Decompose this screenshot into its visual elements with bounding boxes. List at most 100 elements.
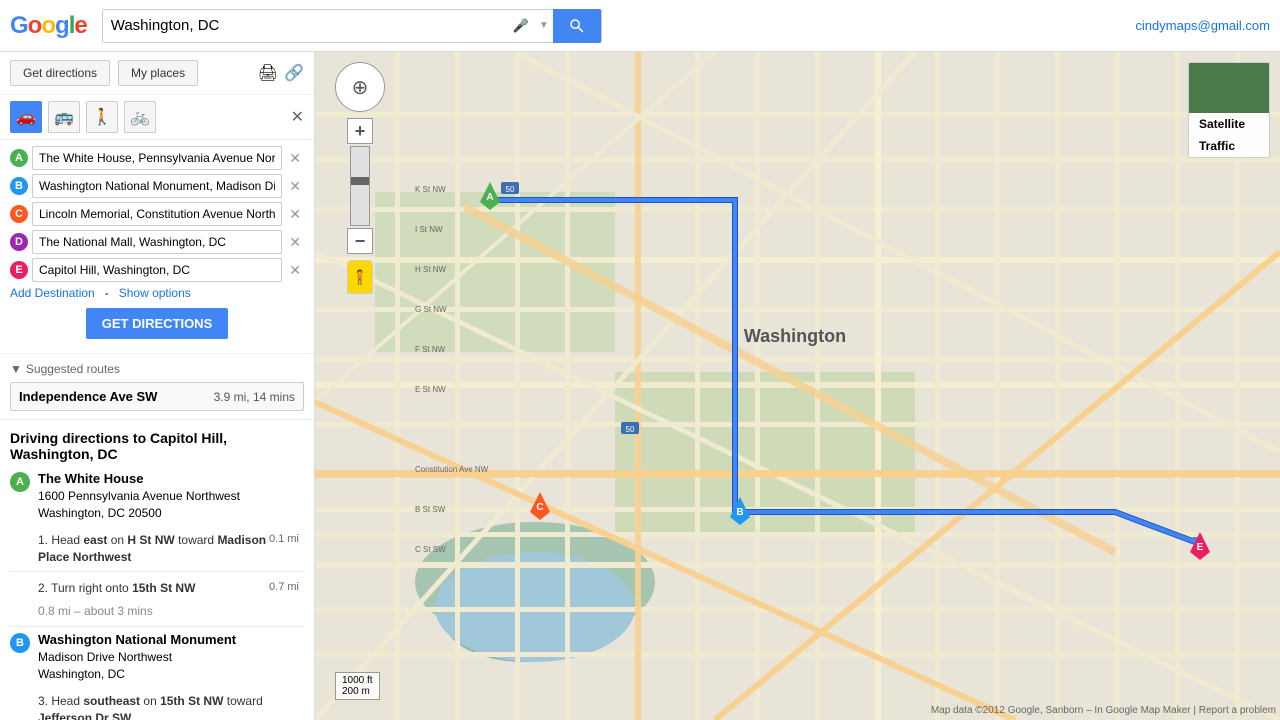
svg-text:50: 50 [626,425,635,434]
svg-text:F St NW: F St NW [415,345,446,354]
waypoint-a-info: The White House 1600 Pennsylvania Avenue… [38,470,240,522]
map-copyright: Map data ©2012 Google, Sanborn – In Goog… [931,705,1276,716]
top-controls: Get directions My places 🖨 🔗 [0,52,314,95]
zoom-slider[interactable] [350,146,370,226]
destination-row-e: E ✕ [10,258,304,282]
destination-row-c: C ✕ [10,202,304,226]
header: Google 🎤 ▼ cindymaps@gmail.com [0,0,1280,52]
scale-bar: 1000 ft 200 m [335,672,380,700]
step-2-dist: 0.7 mi [269,580,304,595]
suggested-routes-label: ▼ Suggested routes [10,362,304,376]
search-bar: 🎤 ▼ [102,9,602,43]
transport-controls: 🚗 🚌 🚶 🚲 ✕ [0,95,314,140]
waypoint-b-address: Madison Drive Northwest [38,649,236,666]
step-3: 3. Head southeast on 15th St NW toward J… [10,689,304,720]
step-1-bold1: east [83,533,107,547]
logo: Google [10,12,87,40]
dest-clear-b[interactable]: ✕ [286,178,304,195]
step-1: 0.1 mi 1. Head east on H St NW toward Ma… [10,528,304,568]
svg-text:Constitution Ave NW: Constitution Ave NW [415,465,489,474]
svg-text:B St SW: B St SW [415,505,446,514]
mic-icon[interactable]: 🎤 [507,18,535,34]
add-destination-link[interactable]: Add Destination [10,286,95,300]
user-account[interactable]: cindymaps@gmail.com [1135,18,1270,33]
dest-clear-d[interactable]: ✕ [286,234,304,251]
svg-text:K St NW: K St NW [415,185,446,194]
scale-ft: 1000 ft [342,675,373,686]
search-button[interactable] [553,9,601,43]
map-container[interactable]: Washington A B C E K St NW I St N [315,52,1280,720]
dest-label-b: B [10,177,28,195]
transport-transit[interactable]: 🚌 [48,101,80,133]
close-panel-icon[interactable]: ✕ [291,107,304,127]
step-2-bold1: 15th St NW [132,581,195,595]
dest-input-d[interactable] [32,230,282,254]
step-3-bold1: southeast [83,694,140,708]
get-directions-button[interactable]: Get directions [10,60,110,86]
suggested-routes: ▼ Suggested routes Independence Ave SW 3… [0,354,314,420]
waypoint-b-info: Washington National Monument Madison Dri… [38,631,236,683]
svg-text:A: A [486,192,493,203]
step-1-num: 1. [38,533,51,547]
zoom-out-button[interactable]: − [347,228,373,254]
svg-text:E St NW: E St NW [415,385,446,394]
svg-text:B: B [736,507,743,518]
step-3-bold2: 15th St NW [160,694,223,708]
transport-walk[interactable]: 🚶 [86,101,118,133]
waypoint-a-city: Washington, DC 20500 [38,505,240,522]
waypoint-a-name: The White House [38,470,240,488]
logo-o1: o [28,12,42,39]
map-controls: ⊕ + − 🧍 [335,62,385,294]
dest-input-c[interactable] [32,202,282,226]
step-1-dist: 0.1 mi [269,532,304,547]
logo-e: e [74,12,86,39]
waypoint-a-address: 1600 Pennsylvania Avenue Northwest [38,488,240,505]
dest-clear-c[interactable]: ✕ [286,206,304,223]
step-2: 0.7 mi 2. Turn right onto 15th St NW [10,576,304,599]
destination-row-b: B ✕ [10,174,304,198]
logo-g2: g [55,12,69,39]
step-3-bold3: Jefferson Dr SW [38,711,131,720]
street-view-pegman[interactable]: 🧍 [347,260,373,294]
link-icon[interactable]: 🔗 [284,63,304,83]
dest-input-b[interactable] [32,174,282,198]
dest-separator: - [105,286,109,300]
svg-text:C St SW: C St SW [415,545,446,554]
show-options-link[interactable]: Show options [119,286,191,300]
dest-clear-a[interactable]: ✕ [286,150,304,167]
dest-clear-e[interactable]: ✕ [286,262,304,279]
dest-label-c: C [10,205,28,223]
search-icon [568,17,586,35]
svg-text:G St NW: G St NW [415,305,447,314]
transport-bike[interactable]: 🚲 [124,101,156,133]
satellite-option[interactable]: Satellite [1189,113,1269,135]
traffic-option[interactable]: Traffic [1189,135,1269,157]
waypoint-b-city: Washington, DC [38,666,236,683]
route-name: Independence Ave SW [19,389,157,404]
collapse-icon[interactable]: ▼ [10,362,22,376]
transport-car[interactable]: 🚗 [10,101,42,133]
dropdown-arrow-icon[interactable]: ▼ [535,20,553,31]
destinations: A ✕ B ✕ C ✕ D ✕ E ✕ Add Destination - Sh… [0,140,314,354]
route-info: 3.9 mi, 14 mins [214,390,295,404]
satellite-overlay: Satellite Traffic [1188,62,1270,158]
satellite-thumbnail[interactable] [1189,63,1269,113]
search-input[interactable] [103,10,507,42]
step-2-sub-text: 0.8 mi – about 3 mins [38,604,153,618]
dest-label-d: D [10,233,28,251]
zoom-in-button[interactable]: + [347,118,373,144]
my-places-button[interactable]: My places [118,60,198,86]
waypoint-b-name: Washington National Monument [38,631,236,649]
compass-rose[interactable]: ⊕ [335,62,385,112]
map-svg: Washington A B C E K St NW I St N [315,52,1280,720]
logo-o2: o [41,12,55,39]
print-icon[interactable]: 🖨 [258,63,278,83]
sidebar: Get directions My places 🖨 🔗 🚗 🚌 🚶 🚲 ✕ A… [0,52,315,720]
get-directions-submit[interactable]: GET DIRECTIONS [86,308,229,339]
route-option[interactable]: Independence Ave SW 3.9 mi, 14 mins [10,382,304,411]
waypoint-label-b: B [10,633,30,653]
directions-title: Driving directions to Capitol Hill, Wash… [10,430,304,462]
dest-input-a[interactable] [32,146,282,170]
dest-input-e[interactable] [32,258,282,282]
destination-row-a: A ✕ [10,146,304,170]
